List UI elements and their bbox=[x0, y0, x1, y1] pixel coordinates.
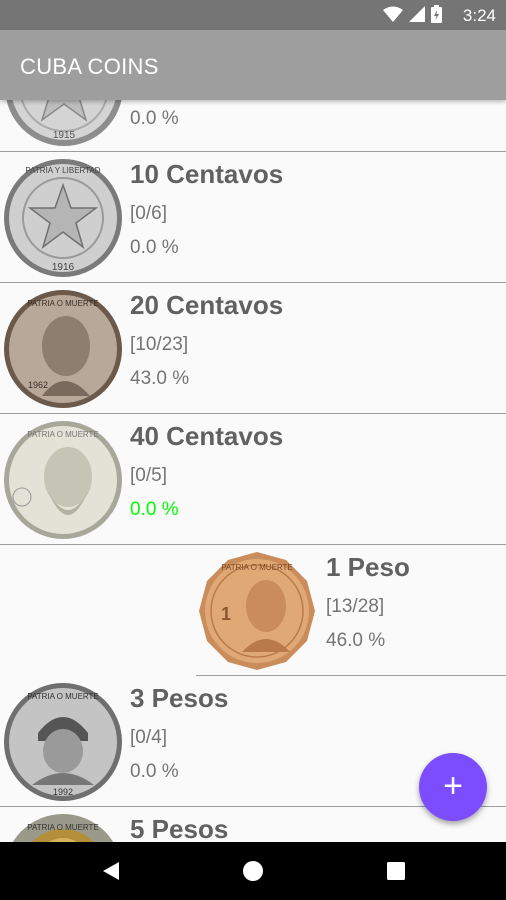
battery-icon bbox=[431, 5, 442, 23]
coin-legend: PATRIA O MUERTE bbox=[27, 430, 99, 439]
coin-percent: 0.0 % bbox=[130, 237, 179, 258]
list-item[interactable]: 1 PATRIA O MUERTE 1 Peso [13/28] 46.0 % bbox=[196, 546, 506, 676]
coin-count: [13/28] bbox=[326, 596, 385, 617]
coin-percent: 0.0 % bbox=[130, 108, 179, 129]
coin-percent: 0.0 % bbox=[130, 499, 179, 520]
coin-year: 1992 bbox=[53, 787, 73, 797]
coin-name: 40 Centavos bbox=[130, 421, 284, 451]
coin-percent: 46.0 % bbox=[326, 630, 386, 651]
divider bbox=[0, 413, 506, 414]
divider bbox=[196, 675, 506, 676]
list-item[interactable]: 1915 0.0 % bbox=[0, 100, 506, 152]
coin-legend: PATRIA Y LIBERTAD bbox=[25, 166, 100, 175]
recents-icon[interactable] bbox=[386, 861, 406, 881]
coin-image: PATRIA Y LIBERTAD 1916 bbox=[4, 159, 122, 277]
app-bar: CUBA COINS bbox=[0, 30, 506, 100]
divider bbox=[0, 282, 506, 283]
coin-count: [0/4] bbox=[130, 727, 167, 748]
list-item[interactable]: PATRIA Y LIBERTAD 1916 10 Centavos [0/6]… bbox=[0, 153, 506, 283]
divider bbox=[0, 544, 506, 545]
app-title: CUBA COINS bbox=[20, 54, 159, 79]
coin-name: 1 Peso bbox=[326, 552, 410, 582]
coin-image: 1915 bbox=[6, 100, 122, 146]
coin-legend: PATRIA O MUERTE bbox=[221, 563, 293, 572]
coin-list[interactable]: 1915 0.0 % PATRIA Y LIBERTAD 1916 10 Cen… bbox=[0, 100, 506, 842]
coin-name: 20 Centavos bbox=[130, 290, 284, 320]
coin-image: PATRIA O MUERTE 1992 bbox=[4, 683, 122, 801]
status-bar: 3:24 bbox=[0, 0, 506, 30]
svg-text:1: 1 bbox=[221, 604, 231, 624]
coin-name: 10 Centavos bbox=[130, 159, 284, 189]
back-icon[interactable] bbox=[100, 860, 122, 882]
add-button[interactable]: + bbox=[419, 753, 487, 821]
coin-year: 1916 bbox=[52, 262, 75, 273]
coin-image: 1 PATRIA O MUERTE bbox=[199, 552, 315, 670]
status-time: 3:24 bbox=[462, 6, 496, 25]
coin-name: 5 Pesos bbox=[130, 814, 229, 842]
navigation-bar bbox=[0, 842, 506, 900]
coin-legend: PATRIA O MUERTE bbox=[27, 823, 99, 832]
coin-legend: PATRIA O MUERTE bbox=[27, 692, 99, 701]
signal-icon bbox=[409, 6, 425, 22]
list-item[interactable]: PATRIA O MUERTE 5 Pesos bbox=[0, 808, 506, 842]
list-item[interactable]: PATRIA O MUERTE 1962 20 Centavos [10/23]… bbox=[0, 284, 506, 414]
divider bbox=[0, 151, 506, 152]
wifi-icon bbox=[383, 6, 403, 22]
coin-legend: PATRIA O MUERTE bbox=[27, 299, 99, 308]
coin-count: [0/5] bbox=[130, 465, 167, 486]
coin-image: PATRIA O MUERTE 1962 bbox=[4, 290, 122, 408]
list-item[interactable]: PATRIA O MUERTE 40 Centavos [0/5] 0.0 % bbox=[0, 415, 506, 545]
coin-image: PATRIA O MUERTE bbox=[12, 814, 114, 842]
coin-percent: 0.0 % bbox=[130, 761, 179, 782]
coin-count: [0/6] bbox=[130, 203, 167, 224]
coin-year: 1962 bbox=[28, 380, 48, 390]
coin-name: 3 Pesos bbox=[130, 683, 229, 713]
status-icons bbox=[383, 5, 442, 23]
coin-percent: 43.0 % bbox=[130, 368, 190, 389]
home-icon[interactable] bbox=[242, 860, 264, 882]
coin-image: PATRIA O MUERTE bbox=[4, 421, 122, 539]
coin-count: [10/23] bbox=[130, 334, 189, 355]
coin-year: 1915 bbox=[53, 130, 76, 141]
